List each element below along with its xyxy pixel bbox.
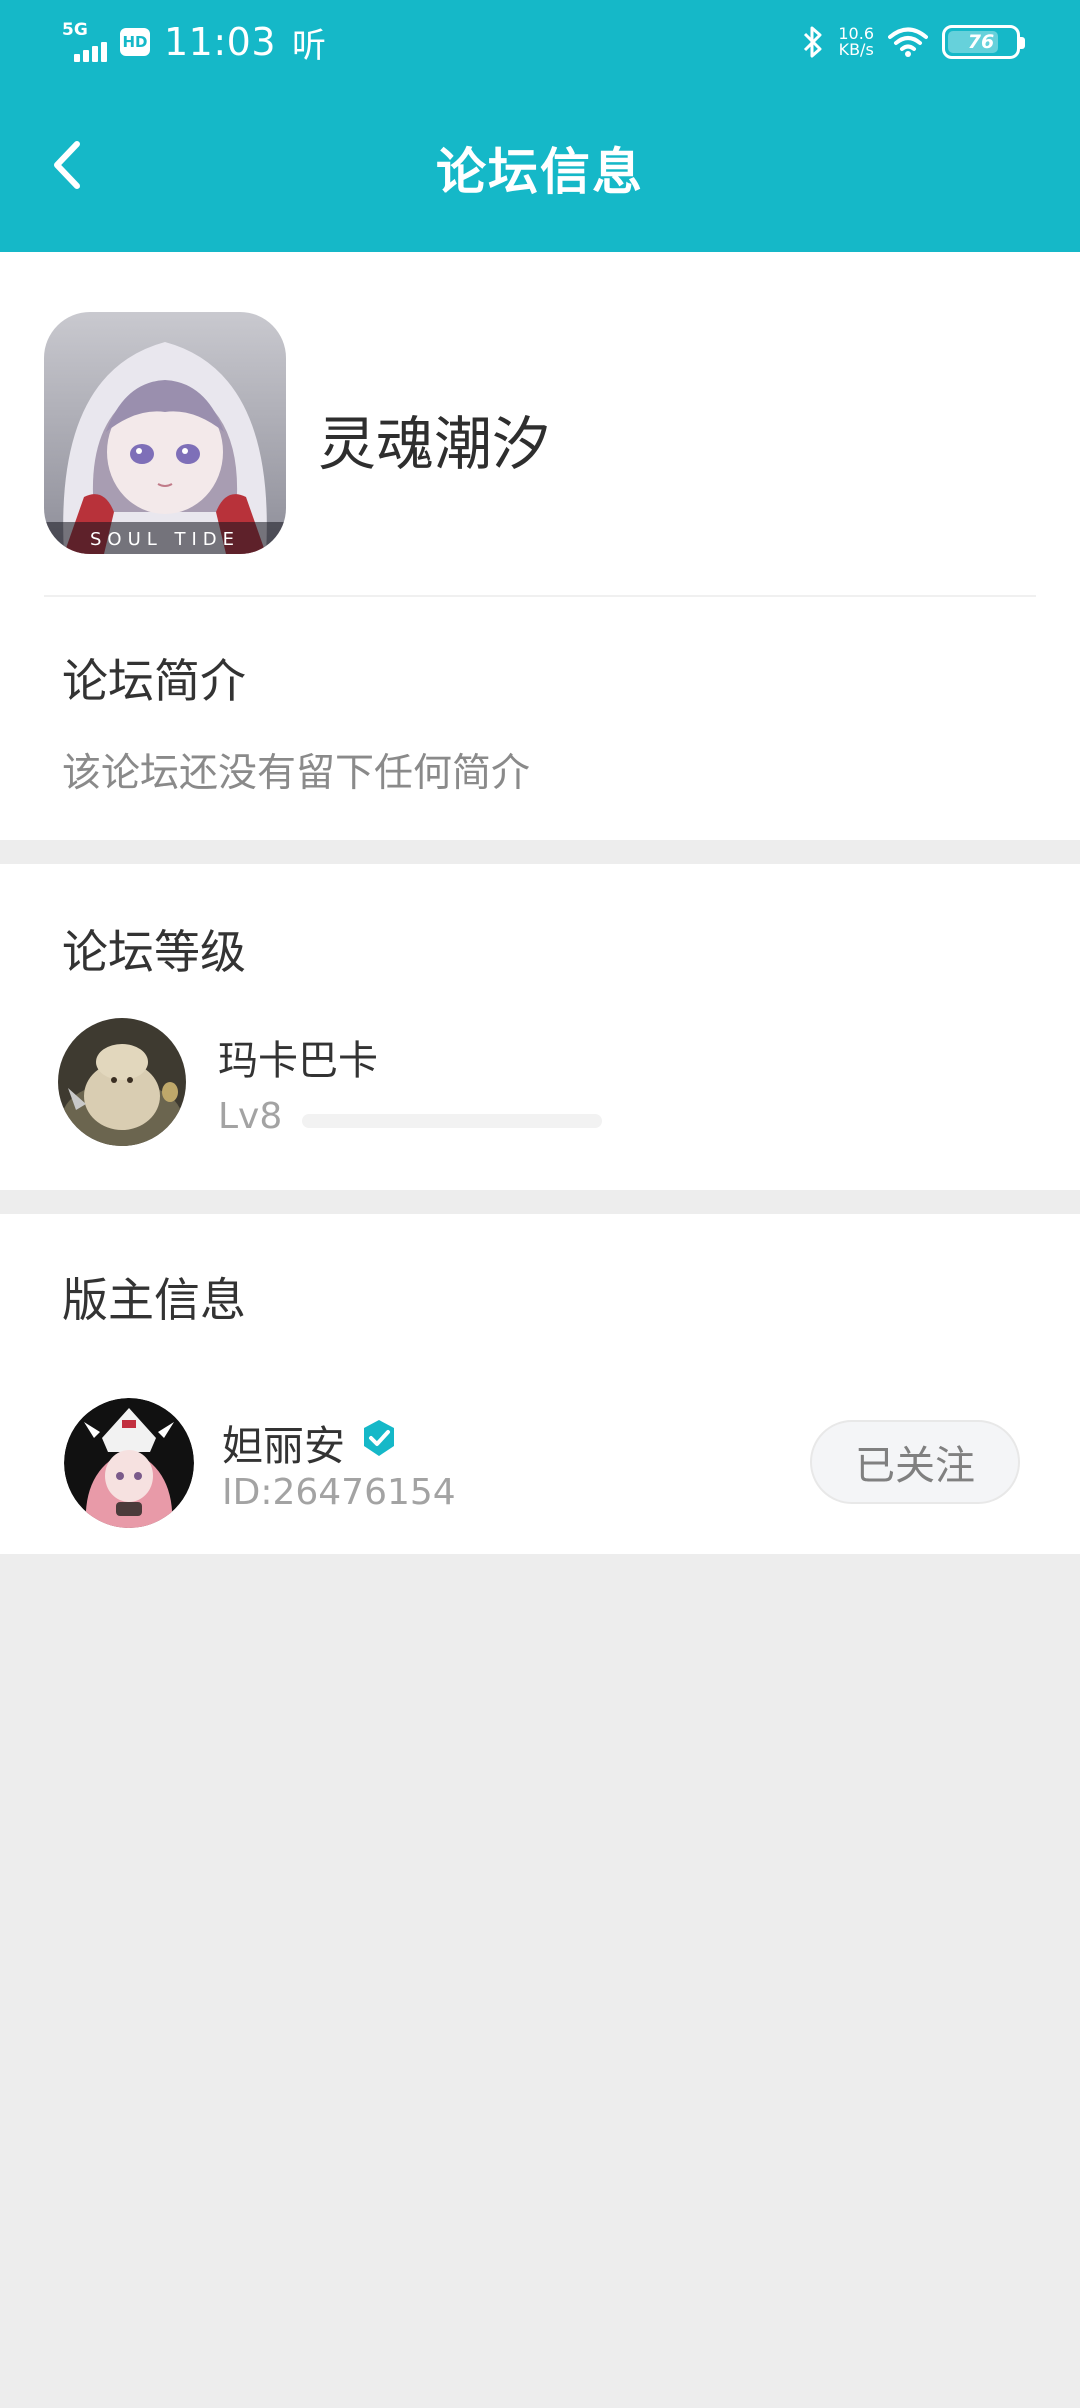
level-section-title: 论坛等级 <box>62 925 246 979</box>
forum-level-card: 论坛等级 玛卡巴卡 Lv8 <box>0 864 1080 1190</box>
forum-name: 灵魂潮汐 <box>318 410 551 478</box>
forum-avatar[interactable]: SOUL TIDE <box>44 312 286 554</box>
level-avatar[interactable] <box>58 1018 186 1146</box>
moderator-name: 妲丽安 <box>222 1422 345 1470</box>
forum-info-card: SOUL TIDE 灵魂潮汐 论坛简介 该论坛还没有留下任何简介 <box>0 252 1080 840</box>
moderator-card: 版主信息 妲丽安 ID:26476154 已关注 <box>0 1214 1080 1554</box>
net-speed: 10.6 KB/s <box>838 26 874 58</box>
level-name: 玛卡巴卡 <box>218 1038 378 1084</box>
app-bar: 5G HD 11:03 听 10.6 KB/s 76 论坛信息 <box>0 0 1080 252</box>
moderator-section-title: 版主信息 <box>62 1273 246 1327</box>
hd-badge: HD <box>120 28 150 56</box>
signal-icon: 5G <box>62 20 112 62</box>
level-avatar-image <box>58 1018 186 1146</box>
follow-button[interactable]: 已关注 <box>810 1420 1020 1504</box>
moderator-avatar-image <box>64 1398 194 1528</box>
verified-badge-icon <box>364 1420 394 1456</box>
intro-section-title: 论坛简介 <box>62 654 246 708</box>
forum-logo-text: SOUL TIDE <box>90 529 240 550</box>
status-bar-left: 5G HD 11:03 听 <box>62 18 326 66</box>
page-title: 论坛信息 <box>436 143 644 201</box>
forum-logo-image: SOUL TIDE <box>44 312 286 554</box>
network-type: 5G <box>62 20 88 40</box>
level-progress-bar <box>302 1114 602 1128</box>
battery-level: 76 <box>967 31 995 53</box>
status-time: 11:03 <box>164 20 277 64</box>
moderator-avatar[interactable] <box>64 1398 194 1528</box>
bluetooth-icon <box>804 26 822 58</box>
level-number: Lv8 <box>218 1096 283 1137</box>
nav-bar: 论坛信息 <box>0 84 1080 252</box>
moderator-id: ID:26476154 <box>222 1472 456 1513</box>
intro-text: 该论坛还没有留下任何简介 <box>62 751 531 796</box>
status-bar-right: 10.6 KB/s 76 <box>802 18 1025 66</box>
wifi-icon <box>888 27 928 57</box>
divider <box>44 595 1036 597</box>
battery-icon: 76 <box>942 25 1025 59</box>
net-speed-unit: KB/s <box>838 40 874 59</box>
status-bar: 5G HD 11:03 听 10.6 KB/s 76 <box>0 0 1080 84</box>
status-extra-glyph: 听 <box>292 25 327 66</box>
